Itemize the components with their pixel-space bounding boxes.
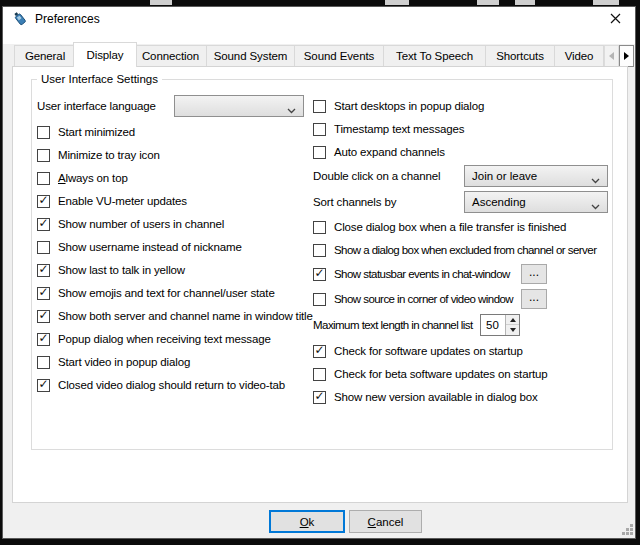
checkbox-check-beta-updates[interactable]: Check for beta software updates on start…: [313, 363, 548, 385]
close-button[interactable]: [604, 9, 626, 29]
double-click-combobox[interactable]: Join or leave: [464, 165, 608, 187]
checkbox-statusbar-events[interactable]: ✓Show statusbar events in chat-window: [313, 263, 510, 285]
language-label: User interface language: [37, 95, 156, 117]
tab-sound-system[interactable]: Sound System: [206, 45, 295, 66]
checkbox-start-minimized[interactable]: Start minimized: [37, 121, 135, 143]
double-click-label: Double click on a channel: [313, 165, 440, 187]
tab-display[interactable]: Display: [73, 42, 137, 67]
video-source-options-button[interactable]: ...: [521, 289, 547, 309]
background-artifact: [477, 0, 499, 5]
close-icon: [610, 13, 621, 26]
checkbox-auto-expand-channels[interactable]: Auto expand channels: [313, 141, 445, 163]
checkbox-start-desktops-popup[interactable]: Start desktops in popup dialog: [313, 95, 484, 117]
checkbox-popup-text-message[interactable]: ✓Popup dialog when receiving text messag…: [37, 328, 271, 350]
sort-channels-label: Sort channels by: [313, 191, 396, 213]
titlebar: Preferences: [3, 7, 635, 44]
max-text-length-label: Maximum text length in channel list: [313, 314, 473, 336]
checkbox-window-title[interactable]: ✓Show both server and channel name in wi…: [37, 305, 313, 327]
language-combobox[interactable]: [174, 95, 304, 117]
app-icon: [12, 10, 28, 28]
scroll-left-icon: [609, 52, 614, 60]
group-title: User Interface Settings: [37, 73, 162, 85]
checkbox-start-video-popup[interactable]: Start video in popup dialog: [37, 351, 190, 373]
checkbox-show-username[interactable]: Show username instead of nickname: [37, 236, 242, 258]
checkbox-timestamp-messages[interactable]: Timestamp text messages: [313, 118, 464, 140]
checkbox-excluded-dialog[interactable]: Show a dialog box when excluded from cha…: [313, 239, 596, 261]
max-text-length-spinbox[interactable]: 50: [480, 314, 520, 336]
tab-connection[interactable]: Connection: [134, 45, 207, 66]
checkbox-vu-meter[interactable]: ✓Enable VU-meter updates: [37, 190, 187, 212]
checkbox-close-on-transfer[interactable]: Close dialog box when a file transfer is…: [313, 216, 566, 238]
background-artifact: [515, 0, 535, 5]
spin-up-icon: [510, 318, 516, 322]
background-artifact: [385, 0, 409, 5]
tab-sound-events[interactable]: Sound Events: [294, 45, 384, 66]
chevron-down-icon: [591, 174, 600, 186]
checkbox-new-version-dialog[interactable]: ✓Show new version available in dialog bo…: [313, 386, 538, 408]
checkbox-last-to-talk[interactable]: ✓Show last to talk in yellow: [37, 259, 185, 281]
cancel-button[interactable]: Cancel: [349, 510, 422, 533]
ok-button[interactable]: Ok: [269, 510, 345, 533]
spin-down-icon: [510, 328, 516, 332]
resize-grip[interactable]: [621, 523, 634, 538]
window-title: Preferences: [35, 12, 100, 26]
preferences-dialog: Preferences General Display Connection S…: [2, 6, 636, 539]
scroll-right-icon: [624, 52, 629, 60]
tab-video[interactable]: Video: [554, 45, 604, 66]
sort-channels-combobox[interactable]: Ascending: [464, 191, 608, 213]
checkbox-show-user-count[interactable]: ✓Show number of users in channel: [37, 213, 224, 235]
background-artifact: [150, 0, 172, 5]
checkbox-minimize-to-tray[interactable]: Minimize to tray icon: [37, 144, 160, 166]
background-artifact: [593, 0, 619, 5]
tab-general[interactable]: General: [14, 45, 76, 66]
chevron-down-icon: [287, 104, 296, 116]
spin-up-button[interactable]: [506, 315, 519, 325]
checkbox-show-emojis[interactable]: ✓Show emojis and text for channel/user s…: [37, 282, 275, 304]
checkbox-closed-video-return[interactable]: ✓Closed video dialog should return to vi…: [37, 374, 285, 396]
checkbox-always-on-top[interactable]: Always on top: [37, 167, 128, 189]
tab-shortcuts[interactable]: Shortcuts: [485, 45, 555, 66]
tab-scroll-right-button[interactable]: [619, 45, 634, 67]
checkbox-check-updates[interactable]: ✓Check for software updates on startup: [313, 340, 523, 362]
tab-scroll-left-button[interactable]: [604, 45, 619, 67]
spin-down-button[interactable]: [506, 325, 519, 335]
checkbox-video-source-corner[interactable]: Show source in corner of video window: [313, 288, 513, 310]
tab-text-to-speech[interactable]: Text To Speech: [383, 45, 486, 66]
chevron-down-icon: [591, 200, 600, 212]
statusbar-events-options-button[interactable]: ...: [521, 264, 547, 284]
